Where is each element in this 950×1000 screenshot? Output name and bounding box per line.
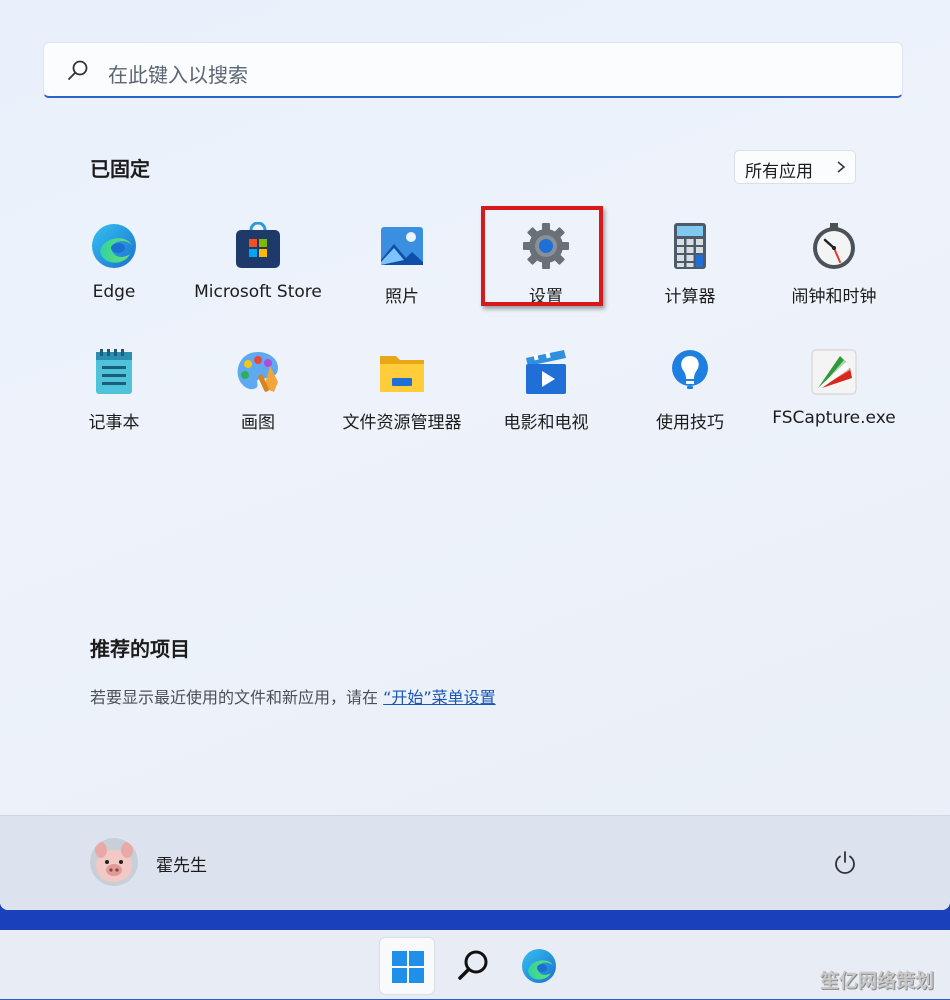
file-explorer-folder-icon xyxy=(380,356,424,392)
app-label: 闹钟和时钟 xyxy=(791,287,877,307)
photos-icon xyxy=(381,227,423,265)
app-label: Microsoft Store xyxy=(194,282,322,302)
recommended-message-text: 若要显示最近使用的文件和新应用，请在 xyxy=(90,688,384,707)
pig-avatar-icon xyxy=(90,838,138,886)
app-label: Edge xyxy=(92,282,136,302)
taskbar-start-button[interactable] xyxy=(379,937,435,995)
app-label: 文件资源管理器 xyxy=(342,413,462,433)
power-icon[interactable] xyxy=(832,850,858,876)
watermark-text: 笙亿网络策划 xyxy=(820,970,935,992)
taskbar-edge-button[interactable] xyxy=(511,937,567,995)
start-menu: 在此键入以搜索 已固定 所有应用 Edge Microsoft Store 照片… xyxy=(0,0,950,910)
app-notepad[interactable]: 记事本 xyxy=(42,348,186,458)
recommended-message: 若要显示最近使用的文件和新应用，请在 “开始”菜单设置 xyxy=(90,684,496,708)
app-movies-tv[interactable]: 电影和电视 xyxy=(474,348,618,458)
app-paint[interactable]: 画图 xyxy=(186,348,330,458)
all-apps-button[interactable]: 所有应用 xyxy=(734,150,856,184)
notepad-icon xyxy=(96,349,132,394)
tips-lightbulb-icon xyxy=(672,350,708,389)
windows-logo-icon xyxy=(392,951,424,983)
app-photos[interactable]: 照片 xyxy=(330,222,474,332)
alarm-clock-icon xyxy=(813,223,855,269)
app-edge[interactable]: Edge xyxy=(42,222,186,332)
search-icon xyxy=(458,950,488,980)
microsoft-store-icon xyxy=(236,222,280,268)
chevron-right-icon xyxy=(837,161,846,173)
movies-tv-icon xyxy=(526,350,566,394)
app-file-explorer[interactable]: 文件资源管理器 xyxy=(330,348,474,458)
app-fscapture[interactable]: FSCapture.exe xyxy=(762,348,906,458)
fscapture-icon xyxy=(811,349,857,395)
settings-highlight-box xyxy=(481,206,603,306)
app-alarms-clock[interactable]: 闹钟和时钟 xyxy=(762,222,906,332)
calculator-icon xyxy=(674,223,706,269)
app-label: 使用技巧 xyxy=(656,413,724,433)
edge-icon xyxy=(522,949,556,983)
search-placeholder: 在此键入以搜索 xyxy=(108,63,248,87)
search-icon xyxy=(68,60,88,80)
pinned-section-title: 已固定 xyxy=(90,157,150,181)
app-label: 电影和电视 xyxy=(503,413,589,433)
all-apps-label: 所有应用 xyxy=(745,162,813,182)
user-name[interactable]: 霍先生 xyxy=(156,851,207,876)
app-label: 照片 xyxy=(385,287,419,307)
start-menu-footer xyxy=(0,815,950,910)
search-box[interactable]: 在此键入以搜索 xyxy=(43,42,903,98)
edge-icon xyxy=(92,224,136,268)
app-label: 记事本 xyxy=(88,413,140,433)
start-settings-link[interactable]: “开始”菜单设置 xyxy=(383,688,496,707)
app-label: 计算器 xyxy=(664,287,716,307)
recommended-section-title: 推荐的项目 xyxy=(90,637,190,661)
app-microsoft-store[interactable]: Microsoft Store xyxy=(186,222,330,332)
paint-palette-icon xyxy=(237,352,278,392)
app-label: 画图 xyxy=(241,413,275,433)
taskbar-search-button[interactable] xyxy=(446,937,502,995)
app-label: FSCapture.exe xyxy=(772,408,896,428)
app-calculator[interactable]: 计算器 xyxy=(618,222,762,332)
avatar[interactable] xyxy=(90,838,138,886)
app-tips[interactable]: 使用技巧 xyxy=(618,348,762,458)
